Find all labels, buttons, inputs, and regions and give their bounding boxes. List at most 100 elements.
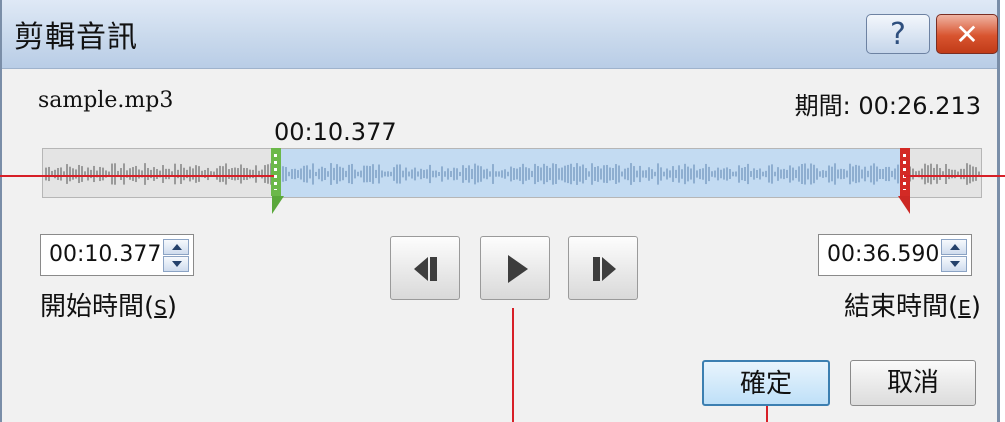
waveform-bar (147, 167, 149, 181)
waveform-bar (510, 166, 512, 182)
waveform-bar (246, 168, 248, 180)
play-button[interactable] (480, 236, 550, 300)
waveform-bar (933, 167, 935, 181)
waveform-bar (426, 169, 428, 179)
waveform-bar (804, 163, 806, 185)
waveform-bar (414, 167, 416, 181)
waveform-bar (639, 165, 641, 183)
waveform-bar (882, 168, 884, 180)
waveform-bar (87, 167, 89, 181)
start-time-down-icon[interactable] (163, 256, 189, 272)
waveform-bar (765, 170, 767, 178)
waveform-bar (717, 167, 719, 181)
waveform-bar (636, 170, 638, 178)
waveform-bar (450, 171, 452, 177)
previous-frame-button[interactable] (390, 236, 460, 300)
end-time-up-icon[interactable] (941, 239, 967, 255)
waveform-bar (555, 164, 557, 184)
waveform-bar (546, 165, 548, 183)
waveform-bar (810, 163, 812, 185)
waveform-bar (897, 164, 899, 184)
waveform-bar (522, 163, 524, 185)
waveform-bar (867, 170, 869, 178)
waveform-bar (81, 166, 83, 182)
waveform-bar (327, 171, 329, 177)
waveform-bar (885, 166, 887, 182)
start-time-up-icon[interactable] (163, 239, 189, 255)
trim-audio-dialog: 剪輯音訊 ? ✕ sample.mp3 期間: 00:26.213 00:10.… (0, 0, 1000, 422)
waveform-bar (222, 166, 224, 182)
waveform-bar (720, 169, 722, 179)
waveform-bar (198, 166, 200, 182)
waveform-bar (774, 171, 776, 177)
waveform-bar (180, 164, 182, 184)
waveform-bar (165, 168, 167, 180)
start-time-spinner[interactable]: 00:10.377 (40, 234, 194, 276)
waveform-bar (303, 165, 305, 183)
waveform-bar (282, 166, 284, 182)
waveform-bar (354, 169, 356, 179)
next-frame-button[interactable] (568, 236, 638, 300)
waveform-bar (537, 166, 539, 182)
waveform-bar (561, 167, 563, 181)
waveform-bar (474, 163, 476, 185)
waveform-bar (648, 167, 650, 181)
waveform-bar (969, 164, 971, 184)
waveform-bar (534, 163, 536, 185)
end-marker-handle[interactable] (900, 148, 910, 196)
end-time-spinner[interactable]: 00:36.590 (818, 234, 972, 276)
waveform-bar (888, 166, 890, 182)
callout-line-start-marker (0, 175, 274, 177)
ok-button[interactable]: 確定 (702, 360, 830, 406)
waveform-bar (459, 171, 461, 177)
waveform-bar (597, 166, 599, 182)
waveform-bar (603, 165, 605, 183)
waveform-bar (348, 164, 350, 184)
waveform-bar (975, 167, 977, 181)
end-marker-pointer (898, 196, 910, 214)
waveform-bar (828, 165, 830, 183)
waveform-bar (579, 166, 581, 182)
waveform-bar (678, 165, 680, 183)
waveform-bar (309, 169, 311, 179)
waveform-bar (966, 163, 968, 185)
waveform-bar (75, 169, 77, 179)
waveform-bar (702, 168, 704, 180)
waveform-bar (342, 167, 344, 181)
waveform-bar (432, 170, 434, 178)
waveform-bar (573, 167, 575, 181)
waveform-bar (243, 167, 245, 181)
waveform-bar (813, 164, 815, 184)
waveform-bar (738, 165, 740, 183)
waveform-bar (840, 168, 842, 180)
waveform-bar (825, 170, 827, 178)
waveform-bar (708, 166, 710, 182)
waveform-track[interactable] (42, 148, 982, 198)
waveform-bar (852, 166, 854, 182)
waveform-bar (744, 167, 746, 181)
close-button[interactable]: ✕ (936, 14, 998, 54)
start-time-input[interactable]: 00:10.377 (49, 242, 161, 267)
waveform-bar (516, 168, 518, 180)
waveform-bar (594, 167, 596, 181)
waveform-bar (336, 164, 338, 184)
waveform-bar (300, 168, 302, 180)
end-time-down-icon[interactable] (941, 256, 967, 272)
waveform-bar (558, 168, 560, 180)
waveform-bar (471, 168, 473, 180)
waveform-bar (543, 163, 545, 185)
waveform-bar (72, 168, 74, 180)
waveform-bar (393, 167, 395, 181)
waveform-bar (762, 171, 764, 177)
waveform-bar (234, 167, 236, 181)
waveform-bar (912, 168, 914, 180)
waveform-bar (399, 164, 401, 184)
help-button[interactable]: ? (866, 14, 930, 54)
waveform (45, 163, 980, 185)
end-time-input[interactable]: 00:36.590 (827, 242, 939, 267)
waveform-bar (948, 168, 950, 180)
start-marker-handle[interactable] (271, 148, 281, 196)
waveform-bar (540, 167, 542, 181)
waveform-bar (363, 165, 365, 183)
cancel-button[interactable]: 取消 (850, 360, 976, 406)
